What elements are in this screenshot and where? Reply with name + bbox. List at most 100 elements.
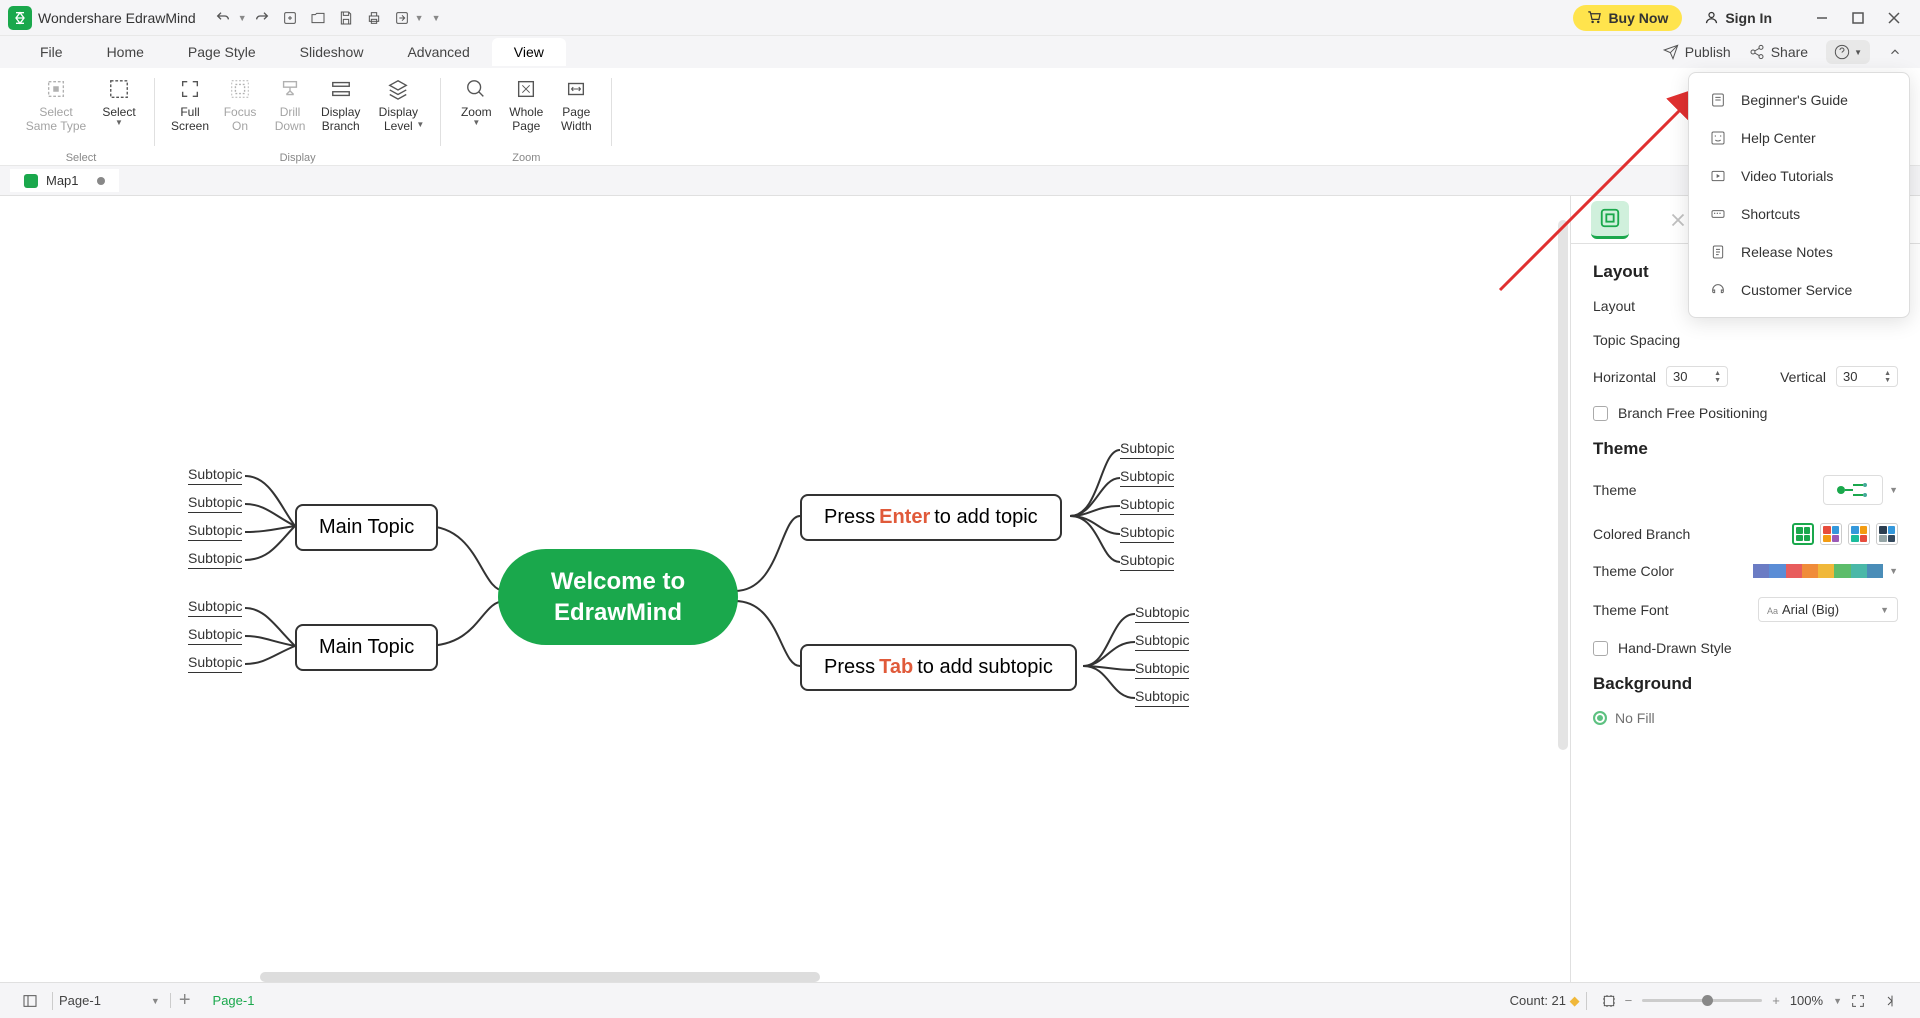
help-dropdown: Beginner's Guide Help Center Video Tutor… (1688, 72, 1910, 318)
new-button[interactable] (277, 5, 303, 31)
minimize-button[interactable] (1804, 4, 1840, 32)
open-button[interactable] (305, 5, 331, 31)
full-screen-button[interactable]: Full Screen (165, 74, 215, 136)
display-level-button[interactable]: Display Level ▼ (366, 74, 430, 136)
share-button[interactable]: Share (1749, 44, 1808, 60)
menu-home[interactable]: Home (85, 38, 166, 66)
horizontal-label: Horizontal (1593, 369, 1656, 385)
page-link[interactable]: Page-1 (213, 993, 255, 1008)
fit-page-button[interactable] (1593, 989, 1625, 1013)
subtopic[interactable]: Subtopic (1120, 466, 1174, 487)
subtopic[interactable]: Subtopic (188, 492, 242, 513)
publish-icon (1663, 44, 1679, 60)
document-tab[interactable]: Map1 (10, 169, 119, 192)
user-icon (1704, 10, 1719, 25)
branch-free-checkbox[interactable] (1593, 406, 1608, 421)
subtopic[interactable]: Subtopic (1120, 522, 1174, 543)
help-beginners-guide[interactable]: Beginner's Guide (1689, 81, 1909, 119)
theme-font-dropdown[interactable]: AaArial (Big)▼ (1758, 597, 1898, 622)
horizontal-scrollbar[interactable] (260, 972, 820, 982)
notes-icon (1709, 243, 1727, 261)
save-button[interactable] (333, 5, 359, 31)
subtopic[interactable]: Subtopic (1120, 494, 1174, 515)
print-button[interactable] (361, 5, 387, 31)
collapse-ribbon-button[interactable] (1888, 45, 1902, 59)
colored-branch-opt-1[interactable] (1792, 523, 1814, 545)
hand-drawn-checkbox[interactable] (1593, 641, 1608, 656)
branch-free-label: Branch Free Positioning (1618, 405, 1767, 421)
add-page-button[interactable]: + (171, 985, 199, 1016)
vertical-scrollbar[interactable] (1558, 220, 1568, 750)
subtopic[interactable]: Subtopic (1135, 602, 1189, 623)
press-tab-topic[interactable]: Press Tab to add subtopic (800, 644, 1077, 691)
central-topic[interactable]: Welcome toEdrawMind (498, 549, 738, 645)
whole-page-button[interactable]: Whole Page (501, 74, 551, 136)
subtopic[interactable]: Subtopic (1120, 438, 1174, 459)
canvas[interactable]: Welcome toEdrawMind Main Topic Main Topi… (0, 196, 1570, 982)
help-video-tutorials[interactable]: Video Tutorials (1689, 157, 1909, 195)
theme-color-label: Theme Color (1593, 563, 1674, 579)
section-background-title: Background (1593, 674, 1898, 694)
page-selector[interactable]: Page-1 ▼ (59, 993, 171, 1008)
close-button[interactable] (1876, 4, 1912, 32)
sign-in-button[interactable]: Sign In (1692, 5, 1784, 31)
menu-page-style[interactable]: Page Style (166, 38, 278, 66)
menu-file[interactable]: File (18, 38, 85, 66)
guide-icon (1709, 91, 1727, 109)
colored-branch-opt-2[interactable] (1820, 523, 1842, 545)
page-width-button[interactable]: Page Width (551, 74, 601, 136)
display-branch-button[interactable]: Display Branch (315, 74, 366, 136)
menu-view[interactable]: View (492, 38, 566, 66)
redo-button[interactable] (249, 5, 275, 31)
tab-close-icon[interactable] (97, 177, 105, 185)
menu-bar: File Home Page Style Slideshow Advanced … (0, 36, 1920, 68)
subtopic[interactable]: Subtopic (1135, 658, 1189, 679)
app-logo (8, 6, 32, 30)
zoom-slider[interactable] (1642, 999, 1762, 1002)
undo-button[interactable] (210, 5, 236, 31)
outline-toggle[interactable] (14, 989, 46, 1013)
buy-now-label: Buy Now (1608, 10, 1668, 26)
main-topic-2[interactable]: Main Topic (295, 624, 438, 671)
theme-color-strip[interactable] (1753, 564, 1883, 578)
no-fill-label: No Fill (1615, 710, 1655, 726)
vertical-spinner[interactable]: 30▲▼ (1836, 366, 1898, 387)
press-enter-topic[interactable]: Press Enter to add topic (800, 494, 1062, 541)
subtopic[interactable]: Subtopic (1135, 686, 1189, 707)
menu-slideshow[interactable]: Slideshow (278, 38, 386, 66)
help-icon (1834, 44, 1850, 60)
help-release-notes[interactable]: Release Notes (1689, 233, 1909, 271)
ribbon: Select Same Type Select ▼ Select Full Sc… (0, 68, 1920, 166)
zoom-label: 100% (1790, 993, 1823, 1008)
colored-branch-opt-3[interactable] (1848, 523, 1870, 545)
menu-advanced[interactable]: Advanced (385, 38, 491, 66)
help-shortcuts[interactable]: Shortcuts (1689, 195, 1909, 233)
subtopic[interactable]: Subtopic (188, 596, 242, 617)
select-button[interactable]: Select ▼ (94, 74, 144, 136)
subtopic[interactable]: Subtopic (1120, 550, 1174, 571)
no-fill-radio[interactable] (1593, 711, 1607, 725)
subtopic[interactable]: Subtopic (1135, 630, 1189, 651)
section-theme-title: Theme (1593, 439, 1898, 459)
help-button[interactable]: ▼ (1826, 40, 1870, 64)
main-topic-1[interactable]: Main Topic (295, 504, 438, 551)
theme-preview[interactable] (1823, 475, 1883, 505)
subtopic[interactable]: Subtopic (188, 652, 242, 673)
colored-branch-opt-4[interactable] (1876, 523, 1898, 545)
zoom-button[interactable]: Zoom ▼ (451, 74, 501, 136)
subtopic[interactable]: Subtopic (188, 548, 242, 569)
help-center[interactable]: Help Center (1689, 119, 1909, 157)
maximize-button[interactable] (1840, 4, 1876, 32)
fullscreen-button[interactable] (1842, 989, 1874, 1013)
side-tab-layout[interactable] (1591, 201, 1629, 239)
export-button[interactable] (389, 5, 415, 31)
horizontal-spinner[interactable]: 30▲▼ (1666, 366, 1728, 387)
title-bar: Wondershare EdrawMind ▼ ▼ ▼ Buy Now Sign… (0, 0, 1920, 36)
buy-now-button[interactable]: Buy Now (1573, 5, 1682, 31)
subtopic[interactable]: Subtopic (188, 624, 242, 645)
panel-toggle[interactable] (1874, 989, 1906, 1013)
subtopic[interactable]: Subtopic (188, 464, 242, 485)
help-customer-service[interactable]: Customer Service (1689, 271, 1909, 309)
publish-button[interactable]: Publish (1663, 44, 1731, 60)
subtopic[interactable]: Subtopic (188, 520, 242, 541)
